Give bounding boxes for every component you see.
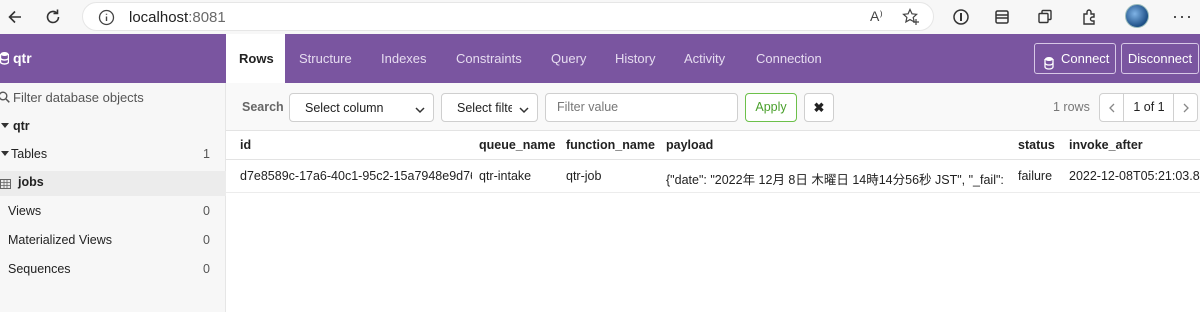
tables-count: 1 bbox=[203, 147, 210, 161]
main-tabs: Rows Structure Indexes Constraints Query… bbox=[226, 34, 1200, 83]
sidebar-item-materialized-views[interactable]: Materialized Views 0 bbox=[0, 229, 226, 253]
search-icon bbox=[0, 91, 10, 106]
schema-item[interactable]: qtr bbox=[0, 115, 226, 139]
object-filter-input[interactable]: Filter database objects bbox=[0, 86, 226, 108]
column-select-value: Select column bbox=[305, 101, 384, 115]
cell-payload[interactable]: {"date": "2022年 12月 8日 木曜日 14時14分56秒 JST… bbox=[666, 169, 1006, 188]
connect-label: Connect bbox=[1061, 51, 1110, 66]
column-header-function-name[interactable]: function_name bbox=[566, 138, 655, 152]
column-header-status[interactable]: status bbox=[1018, 138, 1055, 152]
tables-group[interactable]: Tables 1 bbox=[0, 143, 226, 167]
info-icon[interactable] bbox=[98, 9, 115, 29]
schema-label: qtr bbox=[13, 119, 30, 133]
sidebar: Filter database objects qtr Tables 1 job… bbox=[0, 83, 226, 312]
tab-actions-icon[interactable] bbox=[1033, 5, 1057, 29]
filter-bar: Search Select column Select filter Apply… bbox=[226, 83, 1200, 131]
collections-icon[interactable] bbox=[990, 5, 1014, 29]
disconnect-button[interactable]: Disconnect bbox=[1121, 43, 1199, 74]
filter-type-select[interactable]: Select filter bbox=[441, 93, 538, 122]
results-table: id queue_name function_name payload stat… bbox=[226, 131, 1200, 312]
chevron-down-icon bbox=[415, 103, 425, 117]
sequences-label: Sequences bbox=[8, 262, 71, 276]
close-icon: ✖ bbox=[813, 99, 825, 115]
materialized-views-label: Materialized Views bbox=[8, 233, 112, 247]
materialized-views-count: 0 bbox=[203, 233, 210, 247]
column-header-id[interactable]: id bbox=[240, 138, 251, 152]
chevron-down-icon bbox=[519, 103, 529, 117]
database-icon bbox=[1044, 51, 1054, 80]
database-icon bbox=[0, 51, 10, 68]
cell-id[interactable]: d7e8589c-17a6-40c1-95c2-15a7948e9d76 bbox=[240, 169, 472, 183]
search-label: Search bbox=[242, 100, 284, 114]
tab-history[interactable]: History bbox=[615, 34, 655, 83]
chevron-down-icon bbox=[1, 148, 9, 162]
views-count: 0 bbox=[203, 204, 210, 218]
more-menu-icon[interactable]: ··· bbox=[1172, 6, 1193, 27]
column-header-payload[interactable]: payload bbox=[666, 138, 713, 152]
pagination: 1 of 1 bbox=[1099, 93, 1198, 122]
column-header-queue-name[interactable]: queue_name bbox=[479, 138, 555, 152]
tab-rows[interactable]: Rows bbox=[226, 34, 285, 83]
read-aloud-icon[interactable]: A⁾ bbox=[870, 8, 883, 25]
refresh-icon[interactable] bbox=[40, 4, 66, 30]
filter-value-field[interactable] bbox=[545, 93, 738, 122]
url-text: localhost:8081 bbox=[129, 9, 226, 26]
connect-button[interactable]: Connect bbox=[1034, 43, 1116, 74]
row-count: 1 rows bbox=[1053, 100, 1090, 114]
tables-label: Tables bbox=[11, 147, 48, 161]
sidebar-item-views[interactable]: Views 0 bbox=[0, 200, 226, 224]
sequences-count: 0 bbox=[203, 262, 210, 276]
table-grid-icon bbox=[0, 178, 11, 192]
chevron-left-icon bbox=[1108, 103, 1114, 112]
cell-status[interactable]: failure bbox=[1018, 169, 1064, 183]
next-page-button[interactable] bbox=[1173, 94, 1197, 121]
cell-function-name[interactable]: qtr-job bbox=[566, 169, 661, 183]
add-favorite-icon[interactable] bbox=[901, 7, 921, 30]
filter-type-value: Select filter bbox=[457, 101, 512, 115]
table-item-label: jobs bbox=[18, 175, 44, 189]
column-header-invoke-after[interactable]: invoke_after bbox=[1069, 138, 1143, 152]
previous-page-button[interactable] bbox=[1100, 94, 1124, 121]
cell-queue-name[interactable]: qtr-intake bbox=[479, 169, 561, 183]
tracking-prevention-icon[interactable] bbox=[949, 5, 973, 29]
chevron-right-icon bbox=[1183, 103, 1189, 112]
tab-connection[interactable]: Connection bbox=[756, 34, 822, 83]
browser-toolbar: localhost:8081 A⁾ ··· bbox=[0, 0, 1200, 34]
views-label: Views bbox=[8, 204, 42, 218]
extensions-icon[interactable] bbox=[1077, 5, 1101, 29]
back-arrow-icon[interactable] bbox=[2, 4, 28, 30]
app-title: qtr bbox=[13, 50, 32, 66]
chevron-down-icon bbox=[1, 120, 9, 134]
table-row[interactable]: d7e8589c-17a6-40c1-95c2-15a7948e9d76 qtr… bbox=[226, 160, 1200, 193]
app-header: qtr bbox=[0, 34, 226, 83]
cell-invoke-after[interactable]: 2022-12-08T05:21:03.894 bbox=[1069, 169, 1200, 183]
filter-value-input[interactable] bbox=[557, 100, 727, 114]
url-port: :8081 bbox=[188, 9, 226, 26]
sidebar-item-sequences[interactable]: Sequences 0 bbox=[0, 258, 226, 282]
profile-avatar[interactable] bbox=[1125, 4, 1149, 28]
url-host: localhost bbox=[129, 9, 189, 26]
tab-query[interactable]: Query bbox=[551, 34, 586, 83]
clear-filter-button[interactable]: ✖ bbox=[804, 93, 834, 122]
tab-structure[interactable]: Structure bbox=[299, 34, 352, 83]
apply-button[interactable]: Apply bbox=[745, 93, 797, 122]
tab-indexes[interactable]: Indexes bbox=[381, 34, 427, 83]
column-select[interactable]: Select column bbox=[289, 93, 434, 122]
tab-constraints[interactable]: Constraints bbox=[456, 34, 522, 83]
sidebar-item-jobs[interactable]: jobs bbox=[0, 171, 226, 196]
address-bar[interactable]: localhost:8081 A⁾ bbox=[82, 2, 934, 31]
tab-activity[interactable]: Activity bbox=[684, 34, 725, 83]
object-filter-placeholder: Filter database objects bbox=[13, 90, 144, 105]
page-indicator: 1 of 1 bbox=[1133, 100, 1165, 114]
